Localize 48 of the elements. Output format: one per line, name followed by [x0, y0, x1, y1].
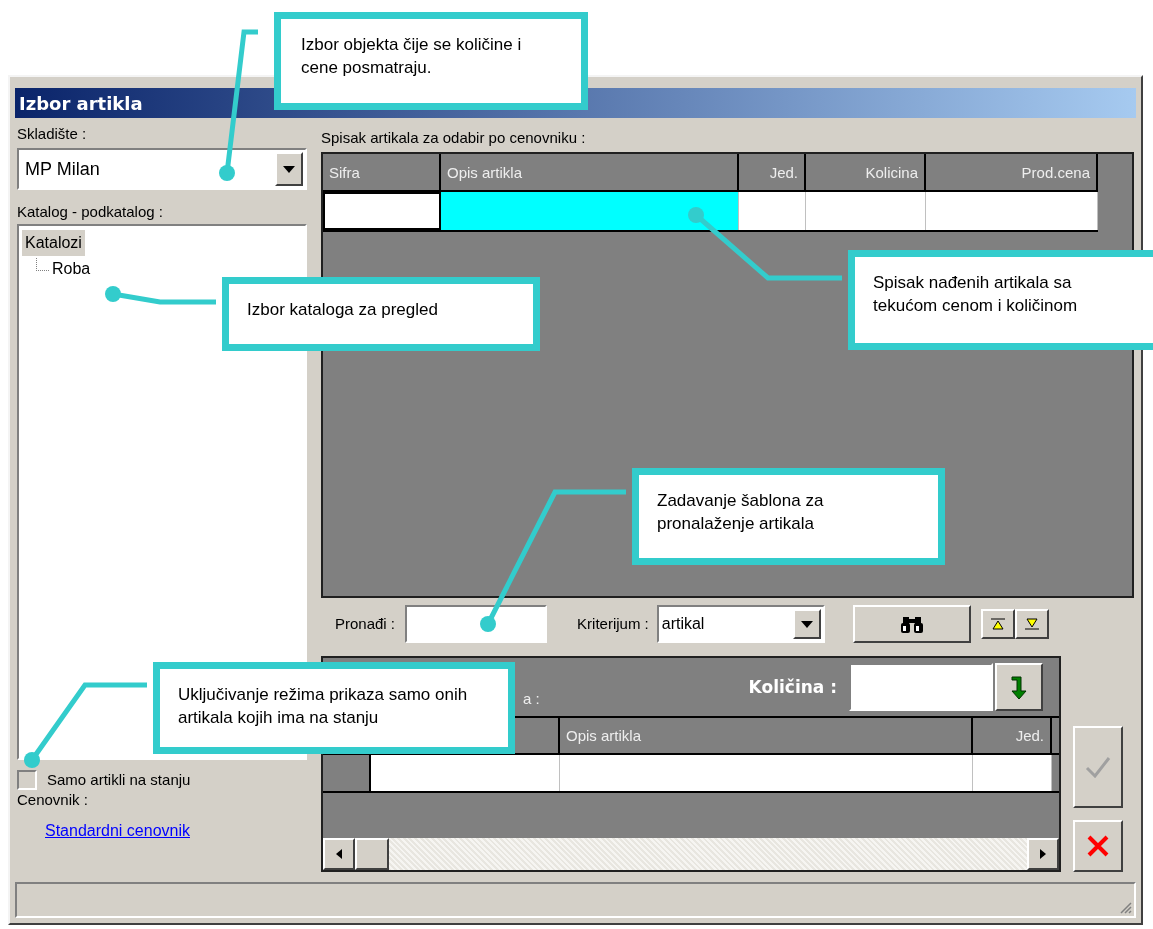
- move-bottom-button[interactable]: [1014, 609, 1049, 639]
- window-title: Izbor artikla: [19, 92, 143, 114]
- price-list-label: Cenovnik :: [17, 790, 88, 810]
- horizontal-scrollbar[interactable]: [323, 838, 1059, 870]
- panel-label: a :: [523, 689, 540, 707]
- column-header[interactable]: Jed.: [973, 718, 1052, 753]
- column-header[interactable]: Jed.: [739, 154, 806, 190]
- scroll-right-icon[interactable]: [1027, 838, 1059, 870]
- warehouse-dropdown[interactable]: MP Milan: [17, 148, 307, 190]
- column-header[interactable]: Sifra: [323, 154, 441, 190]
- triangle-up-icon: [989, 618, 1006, 630]
- tree-item[interactable]: Katalozi: [22, 230, 85, 256]
- cancel-button[interactable]: [1073, 820, 1123, 872]
- price-list-link[interactable]: Standardni cenovnik: [45, 822, 190, 840]
- checkbox[interactable]: [17, 770, 37, 790]
- search-button[interactable]: [852, 605, 971, 643]
- column-header[interactable]: Kolicina: [806, 154, 926, 190]
- table-cell[interactable]: [323, 192, 441, 230]
- column-header[interactable]: Prod.cena: [926, 154, 1098, 190]
- close-icon: [1086, 834, 1110, 858]
- tree-item[interactable]: Roba: [49, 256, 94, 282]
- tree-connector-icon: [36, 257, 49, 271]
- resize-grip-icon[interactable]: [1118, 900, 1132, 914]
- quantity-label: Količina :: [748, 677, 837, 697]
- checkbox-label[interactable]: Samo artikli na stanju: [47, 770, 191, 790]
- checkmark-icon: [1085, 756, 1111, 778]
- find-label: Pronađi :: [335, 614, 396, 634]
- callout-text: Spisak nađenih artikala sa tekućom cenom i količinom: [873, 272, 1079, 317]
- criterion-dropdown[interactable]: artikal: [656, 605, 825, 643]
- column-header[interactable]: Opis artikla: [441, 154, 739, 190]
- move-top-button[interactable]: [980, 609, 1015, 639]
- callout-text: Izbor objekta čije se količine i cene posmatraju.: [300, 34, 523, 79]
- catalog-label: Katalog - podkatalog :: [17, 202, 163, 222]
- add-button[interactable]: [995, 663, 1043, 711]
- callout-text: Izbor kataloga za pregled: [247, 299, 439, 321]
- scroll-thumb[interactable]: [355, 838, 389, 870]
- warehouse-label: Skladište :: [17, 124, 87, 144]
- arrow-down-icon: [1009, 674, 1029, 700]
- scroll-left-icon[interactable]: [323, 838, 355, 870]
- criterion-label: Kriterijum :: [577, 614, 649, 634]
- quantity-field[interactable]: [849, 663, 993, 711]
- binoculars-icon: [900, 615, 923, 633]
- find-field[interactable]: [405, 605, 548, 643]
- callout-text: Zadavanje šablona za pronalaženje artikala: [657, 490, 825, 535]
- article-list-label: Spisak artikala za odabir po cenovniku :: [321, 128, 586, 148]
- column-header[interactable]: Opis artikla: [560, 718, 973, 753]
- triangle-down-icon: [1023, 618, 1040, 630]
- callout-text: Uključivanje režima prikaza samo onih artikala kojih ima na stanju: [178, 684, 469, 729]
